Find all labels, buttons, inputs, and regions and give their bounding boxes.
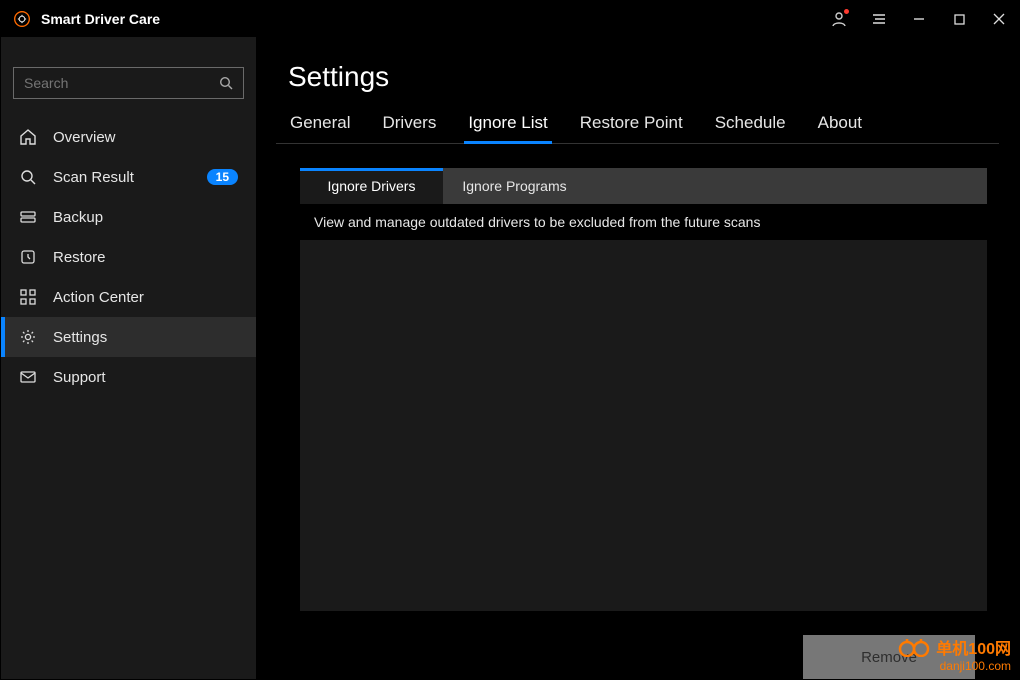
sidebar-item-label: Scan Result xyxy=(53,169,191,186)
sidebar-item-overview[interactable]: Overview xyxy=(1,117,256,157)
page-title: Settings xyxy=(288,61,999,93)
app-title: Smart Driver Care xyxy=(41,11,160,27)
backup-icon xyxy=(19,208,37,226)
tab-drivers[interactable]: Drivers xyxy=(380,107,438,143)
sidebar-item-backup[interactable]: Backup xyxy=(1,197,256,237)
titlebar-right xyxy=(819,1,1019,37)
sidebar-item-label: Restore xyxy=(53,249,238,266)
notification-dot-icon xyxy=(844,9,849,14)
sidebar-item-label: Settings xyxy=(53,329,238,346)
gear-icon xyxy=(19,328,37,346)
tab-restore-point[interactable]: Restore Point xyxy=(578,107,685,143)
subtab-ignore-programs[interactable]: Ignore Programs xyxy=(443,168,586,204)
search-icon xyxy=(219,76,233,90)
sidebar-item-label: Support xyxy=(53,369,238,386)
maximize-icon xyxy=(954,14,965,25)
sidebar-item-label: Action Center xyxy=(53,289,238,306)
ignore-list-panel: View and manage outdated drivers to be e… xyxy=(300,204,987,611)
sidebar-item-label: Backup xyxy=(53,209,238,226)
sidebar: Overview Scan Result 15 Backup xyxy=(1,37,256,679)
close-button[interactable] xyxy=(979,1,1019,37)
titlebar-left: Smart Driver Care xyxy=(13,10,160,28)
sidebar-item-scan-result[interactable]: Scan Result 15 xyxy=(1,157,256,197)
subtab-ignore-drivers[interactable]: Ignore Drivers xyxy=(300,168,443,204)
remove-button[interactable]: Remove xyxy=(803,635,975,679)
titlebar: Smart Driver Care xyxy=(1,1,1019,37)
ignore-list-description: View and manage outdated drivers to be e… xyxy=(300,204,987,240)
ignore-subtabs: Ignore Drivers Ignore Programs xyxy=(300,168,987,204)
restore-icon xyxy=(19,248,37,266)
scan-icon xyxy=(19,168,37,186)
sidebar-nav: Overview Scan Result 15 Backup xyxy=(1,117,256,397)
footer-actions: Remove xyxy=(300,611,987,679)
sidebar-item-restore[interactable]: Restore xyxy=(1,237,256,277)
tab-general[interactable]: General xyxy=(288,107,352,143)
grid-icon xyxy=(19,288,37,306)
app-logo-icon xyxy=(13,10,31,28)
mail-icon xyxy=(19,368,37,386)
menu-button[interactable] xyxy=(859,1,899,37)
tab-schedule[interactable]: Schedule xyxy=(713,107,788,143)
scan-result-badge: 15 xyxy=(207,169,238,185)
search-input-wrap[interactable] xyxy=(13,67,244,99)
sidebar-item-action-center[interactable]: Action Center xyxy=(1,277,256,317)
settings-tabs: General Drivers Ignore List Restore Poin… xyxy=(276,107,999,144)
account-button[interactable] xyxy=(819,1,859,37)
home-icon xyxy=(19,128,37,146)
minimize-icon xyxy=(913,13,925,25)
sidebar-item-settings[interactable]: Settings xyxy=(1,317,256,357)
sidebar-item-support[interactable]: Support xyxy=(1,357,256,397)
tab-ignore-list[interactable]: Ignore List xyxy=(466,107,549,143)
hamburger-icon xyxy=(872,12,886,26)
close-icon xyxy=(993,13,1005,25)
sidebar-item-label: Overview xyxy=(53,129,238,146)
tab-content: Ignore Drivers Ignore Programs View and … xyxy=(300,168,987,679)
maximize-button[interactable] xyxy=(939,1,979,37)
tab-about[interactable]: About xyxy=(816,107,864,143)
minimize-button[interactable] xyxy=(899,1,939,37)
search-input[interactable] xyxy=(24,75,219,91)
main-content: Settings General Drivers Ignore List Res… xyxy=(256,37,1019,679)
